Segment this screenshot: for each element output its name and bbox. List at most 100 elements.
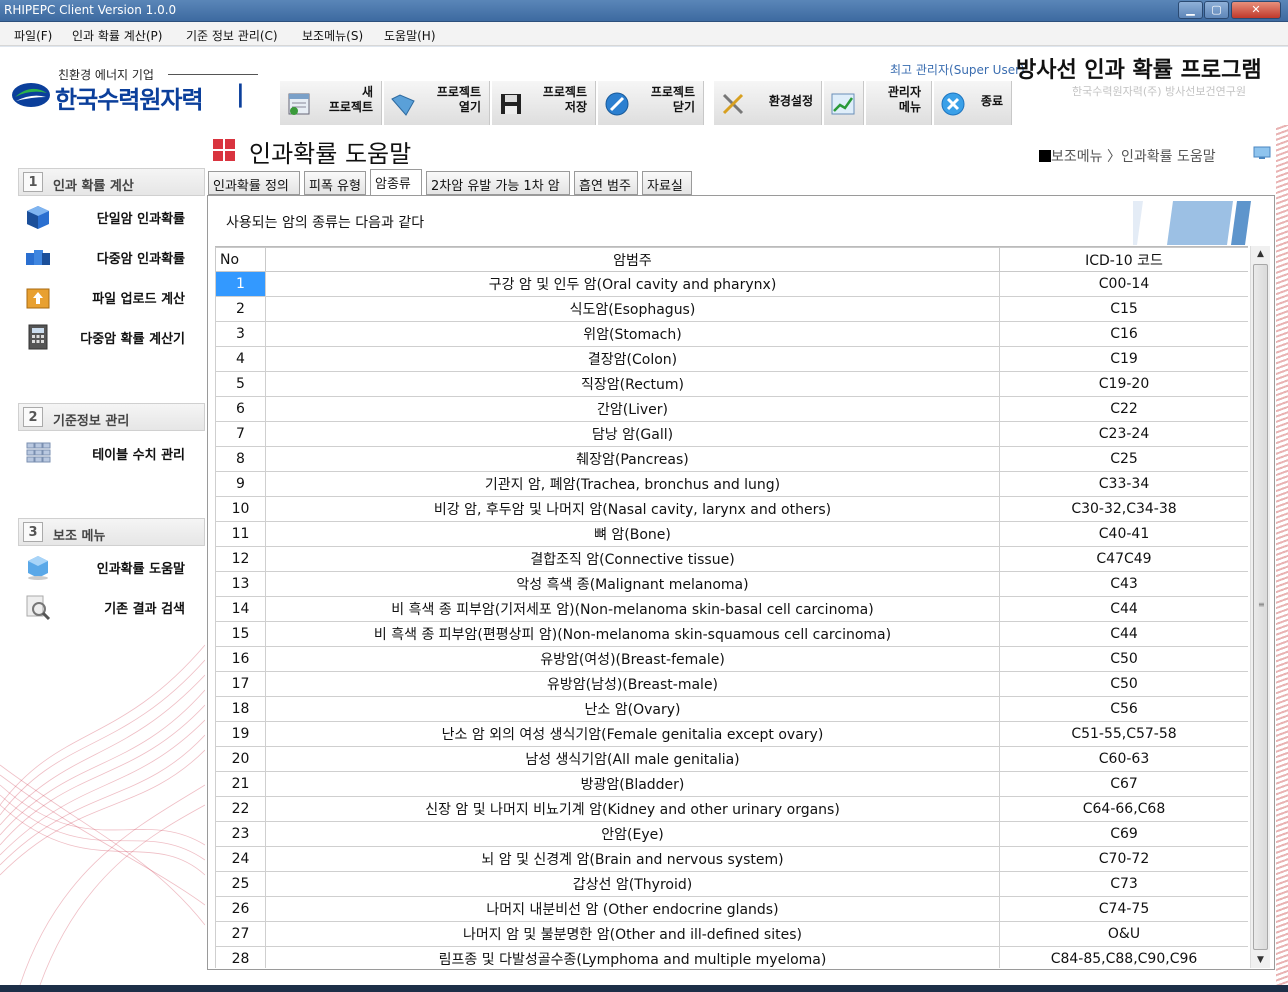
table-row[interactable]: 23 안암(Eye) C69 bbox=[215, 821, 1248, 847]
table-row[interactable]: 17 유방암(남성)(Breast-male) C50 bbox=[215, 671, 1248, 697]
cell-category: 갑상선 암(Thyroid) bbox=[265, 871, 1000, 897]
open-folder-icon bbox=[391, 94, 415, 116]
cell-no: 27 bbox=[215, 921, 266, 947]
table-row[interactable]: 8 췌장암(Pancreas) C25 bbox=[215, 446, 1248, 472]
sidebar-item-help[interactable]: 인과확률 도움말 bbox=[18, 549, 205, 585]
current-user: 최고 관리자(Super User) bbox=[890, 63, 1025, 77]
cell-icd10: C60-63 bbox=[999, 746, 1248, 772]
cell-icd10: C44 bbox=[999, 621, 1248, 647]
app-header: 친환경 에너지 기업 한국수력원자력 | 새 프로젝트 프로젝트 열기 프로젝트… bbox=[0, 47, 1288, 125]
cell-category: 나머지 암 및 불분명한 암(Other and ill-defined sit… bbox=[265, 921, 1000, 947]
settings-button[interactable]: 환경설정 bbox=[714, 81, 822, 125]
cell-no: 20 bbox=[215, 746, 266, 772]
menu-help[interactable]: 도움말(H) bbox=[384, 27, 436, 44]
window-titlebar: RHIPEPC Client Version 1.0.0 ▁ ▢ ✕ bbox=[0, 0, 1288, 22]
save-project-button[interactable]: 프로젝트 저장 bbox=[492, 81, 596, 125]
table-row[interactable]: 11 뼈 암(Bone) C40-41 bbox=[215, 521, 1248, 547]
table-row[interactable]: 18 난소 암(Ovary) C56 bbox=[215, 696, 1248, 722]
cell-icd10: C64-66,C68 bbox=[999, 796, 1248, 822]
tab-library[interactable]: 자료실 bbox=[642, 171, 692, 195]
table-row[interactable]: 9 기관지 암, 폐암(Trachea, bronchus and lung) C3… bbox=[215, 471, 1248, 497]
chart-button[interactable] bbox=[824, 81, 864, 125]
cell-icd10: C43 bbox=[999, 571, 1248, 597]
scroll-up-arrow-icon[interactable]: ▲ bbox=[1251, 246, 1270, 262]
sidebar-item-single-cancer[interactable]: 단일암 인과확률 bbox=[18, 199, 205, 235]
cell-no: 3 bbox=[215, 321, 266, 347]
table-row[interactable]: 28 림프종 및 다발성골수종(Lymphoma and multiple mye… bbox=[215, 946, 1248, 968]
table-row[interactable]: 12 결합조직 암(Connective tissue) C47C49 bbox=[215, 546, 1248, 572]
cell-icd10: C33-34 bbox=[999, 471, 1248, 497]
table-row[interactable]: 27 나머지 암 및 불분명한 암(Other and ill-defined s… bbox=[215, 921, 1248, 947]
cell-icd10: C22 bbox=[999, 396, 1248, 422]
table-row[interactable]: 15 비 흑색 종 피부암(편평상피 암)(Non-melanoma skin-s… bbox=[215, 621, 1248, 647]
table-row[interactable]: 24 뇌 암 및 신경계 암(Brain and nervous system) C… bbox=[215, 846, 1248, 872]
admin-menu-label: 관리자 메뉴 bbox=[887, 85, 921, 114]
table-row[interactable]: 25 갑상선 암(Thyroid) C73 bbox=[215, 871, 1248, 897]
column-header-icd10[interactable]: ICD-10 코드 bbox=[999, 247, 1248, 272]
column-header-no[interactable]: No bbox=[215, 247, 266, 272]
sidebar-item-label: 테이블 수치 관리 bbox=[92, 448, 185, 463]
tab-exposure-type[interactable]: 피폭 유형 bbox=[304, 171, 366, 195]
new-project-label: 새 프로젝트 bbox=[328, 85, 373, 114]
table-row[interactable]: 1 구강 암 및 인두 암(Oral cavity and pharynx) C00… bbox=[215, 271, 1248, 297]
new-project-button[interactable]: 새 프로젝트 bbox=[280, 81, 382, 125]
open-project-label: 프로젝트 열기 bbox=[436, 85, 481, 114]
sidebar-item-multi-cancer[interactable]: 다중암 인과확률 bbox=[18, 239, 205, 275]
tab-cancer-types[interactable]: 암종류 bbox=[370, 169, 422, 196]
minimize-button[interactable]: ▁ bbox=[1178, 1, 1203, 19]
column-header-category[interactable]: 암범주 bbox=[265, 247, 1000, 272]
menu-aux[interactable]: 보조메뉴(S) bbox=[302, 27, 363, 44]
table-row[interactable]: 3 위암(Stomach) C16 bbox=[215, 321, 1248, 347]
menu-file[interactable]: 파일(F) bbox=[14, 27, 52, 44]
sidebar-item-calculator[interactable]: 다중암 확률 계산기 bbox=[18, 319, 205, 355]
cell-no: 1 bbox=[215, 271, 266, 297]
menu-base-info[interactable]: 기준 정보 관리(C) bbox=[186, 27, 278, 44]
close-project-button[interactable]: 프로젝트 닫기 bbox=[598, 81, 704, 125]
table-row[interactable]: 14 비 흑색 종 피부암(기저세포 암)(Non-melanoma skin-b… bbox=[215, 596, 1248, 622]
table-row[interactable]: 4 결장암(Colon) C19 bbox=[215, 346, 1248, 372]
tab-smoking[interactable]: 흡연 범주 bbox=[574, 171, 638, 195]
logo-divider bbox=[168, 74, 258, 75]
open-project-button[interactable]: 프로젝트 열기 bbox=[384, 81, 490, 125]
tab-secondary-cancer[interactable]: 2차암 유발 가능 1차 암 bbox=[426, 171, 570, 195]
table-row[interactable]: 22 신장 암 및 나머지 비뇨기계 암(Kidney and other uri… bbox=[215, 796, 1248, 822]
save-disk-icon bbox=[501, 94, 521, 114]
table-row[interactable]: 7 담낭 암(Gall) C23-24 bbox=[215, 421, 1248, 447]
cell-category: 안암(Eye) bbox=[265, 821, 1000, 847]
sidebar-item-file-upload[interactable]: 파일 업로드 계산 bbox=[18, 279, 205, 315]
tab-definition[interactable]: 인과확률 정의 bbox=[208, 171, 300, 195]
table-row[interactable]: 2 식도암(Esophagus) C15 bbox=[215, 296, 1248, 322]
menu-calc[interactable]: 인과 확률 계산(P) bbox=[72, 27, 162, 44]
scroll-down-arrow-icon[interactable]: ▼ bbox=[1251, 952, 1270, 968]
table-row[interactable]: 20 남성 생식기암(All male genitalia) C60-63 bbox=[215, 746, 1248, 772]
cell-icd10: C69 bbox=[999, 821, 1248, 847]
sidebar-item-search-results[interactable]: 기존 결과 검색 bbox=[18, 589, 205, 625]
cell-icd10: C74-75 bbox=[999, 896, 1248, 922]
table-row[interactable]: 10 비강 암, 후두암 및 나머지 암(Nasal cavity, larynx… bbox=[215, 496, 1248, 522]
exit-button[interactable]: 종료 bbox=[934, 81, 1012, 125]
vertical-scrollbar[interactable]: ▲ ≡ ▼ bbox=[1250, 246, 1270, 968]
table-row[interactable]: 21 방광암(Bladder) C67 bbox=[215, 771, 1248, 797]
table-row[interactable]: 26 나머지 내분비선 암 (Other endocrine glands) C74… bbox=[215, 896, 1248, 922]
cancer-type-grid[interactable]: No 암범주 ICD-10 코드 1 구강 암 및 인두 암(Oral cavit… bbox=[215, 246, 1248, 968]
table-row[interactable]: 19 난소 암 외의 여성 생식기암(Female genitalia excep… bbox=[215, 721, 1248, 747]
admin-menu-button[interactable]: 관리자 메뉴 bbox=[866, 81, 932, 125]
exit-label: 종료 bbox=[980, 94, 1003, 108]
table-row[interactable]: 5 직장암(Rectum) C19-20 bbox=[215, 371, 1248, 397]
cell-category: 비 흑색 종 피부암(편평상피 암)(Non-melanoma skin-squ… bbox=[265, 621, 1000, 647]
table-row[interactable]: 16 유방암(여성)(Breast-female) C50 bbox=[215, 646, 1248, 672]
section-number: 1 bbox=[23, 172, 43, 192]
cell-no: 8 bbox=[215, 446, 266, 472]
sidebar-item-table-values[interactable]: 테이블 수치 관리 bbox=[18, 435, 205, 471]
cell-icd10: C19-20 bbox=[999, 371, 1248, 397]
maximize-button[interactable]: ▢ bbox=[1204, 1, 1229, 19]
table-row[interactable]: 6 간암(Liver) C22 bbox=[215, 396, 1248, 422]
close-window-button[interactable]: ✕ bbox=[1231, 1, 1281, 19]
scroll-thumb[interactable]: ≡ bbox=[1253, 264, 1268, 950]
cell-icd10: C30-32,C34-38 bbox=[999, 496, 1248, 522]
cell-icd10: C15 bbox=[999, 296, 1248, 322]
cell-icd10: C19 bbox=[999, 346, 1248, 372]
cell-category: 난소 암(Ovary) bbox=[265, 696, 1000, 722]
section-base-info: 2 기준정보 관리 bbox=[18, 403, 205, 431]
table-row[interactable]: 13 악성 흑색 종(Malignant melanoma) C43 bbox=[215, 571, 1248, 597]
